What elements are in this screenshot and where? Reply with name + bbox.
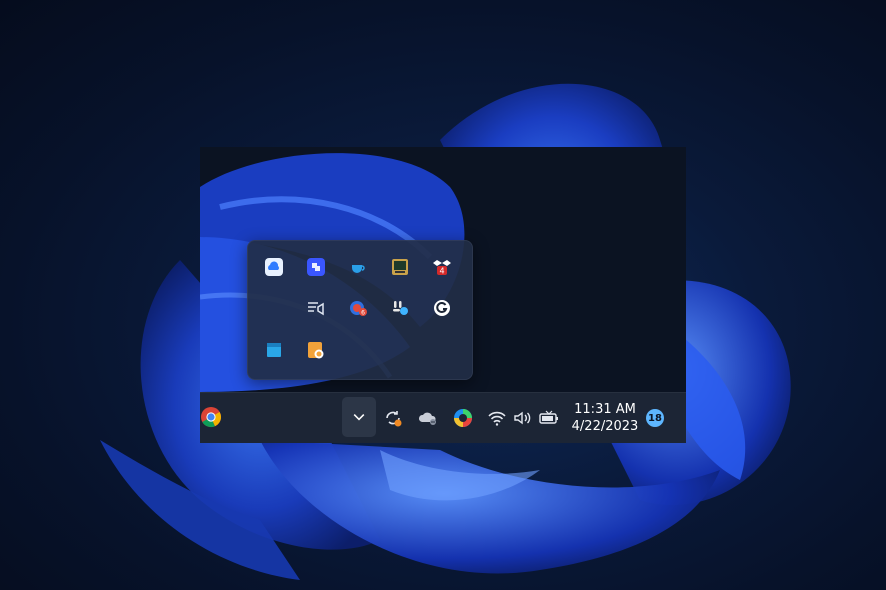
volume-icon[interactable] xyxy=(512,407,534,429)
orange-app-icon[interactable] xyxy=(305,339,327,361)
chrome-icon[interactable] xyxy=(200,406,222,428)
blue-window-icon[interactable] xyxy=(263,339,285,361)
svg-text:4: 4 xyxy=(439,267,444,276)
overflow-chevron-button[interactable] xyxy=(342,397,376,437)
slack-icon[interactable] xyxy=(389,297,411,319)
taskbar-clock[interactable]: 11:31 AM 4/22/2023 xyxy=(570,401,640,435)
dropbox-icon[interactable]: 4 xyxy=(431,256,453,278)
tray-overflow-panel: 4 6 xyxy=(247,240,473,380)
media-cast-icon[interactable] xyxy=(305,297,327,319)
display-app-icon[interactable] xyxy=(389,256,411,278)
grammarly-icon[interactable] xyxy=(431,297,453,319)
battery-icon[interactable] xyxy=(538,407,560,429)
chevron-down-icon xyxy=(353,414,365,421)
red-app-icon[interactable]: 6 xyxy=(347,297,369,319)
taskbar: 11:31 AM 4/22/2023 18 xyxy=(200,392,686,443)
onedrive-icon[interactable] xyxy=(418,407,440,429)
wifi-icon[interactable] xyxy=(486,407,508,429)
notification-badge[interactable]: 18 xyxy=(646,409,664,427)
clock-date: 4/22/2023 xyxy=(571,419,639,434)
clock-time: 11:31 AM xyxy=(574,402,636,417)
sync-icon[interactable] xyxy=(382,407,404,429)
app-cube-icon[interactable] xyxy=(305,256,327,278)
teacup-icon[interactable] xyxy=(347,256,369,278)
screenshot-frame: 4 6 11:31 AM 4/22/2023 18 xyxy=(200,147,686,443)
edge-icon[interactable] xyxy=(452,407,474,429)
svg-text:6: 6 xyxy=(361,310,365,317)
cloud-drive-icon[interactable] xyxy=(263,256,285,278)
